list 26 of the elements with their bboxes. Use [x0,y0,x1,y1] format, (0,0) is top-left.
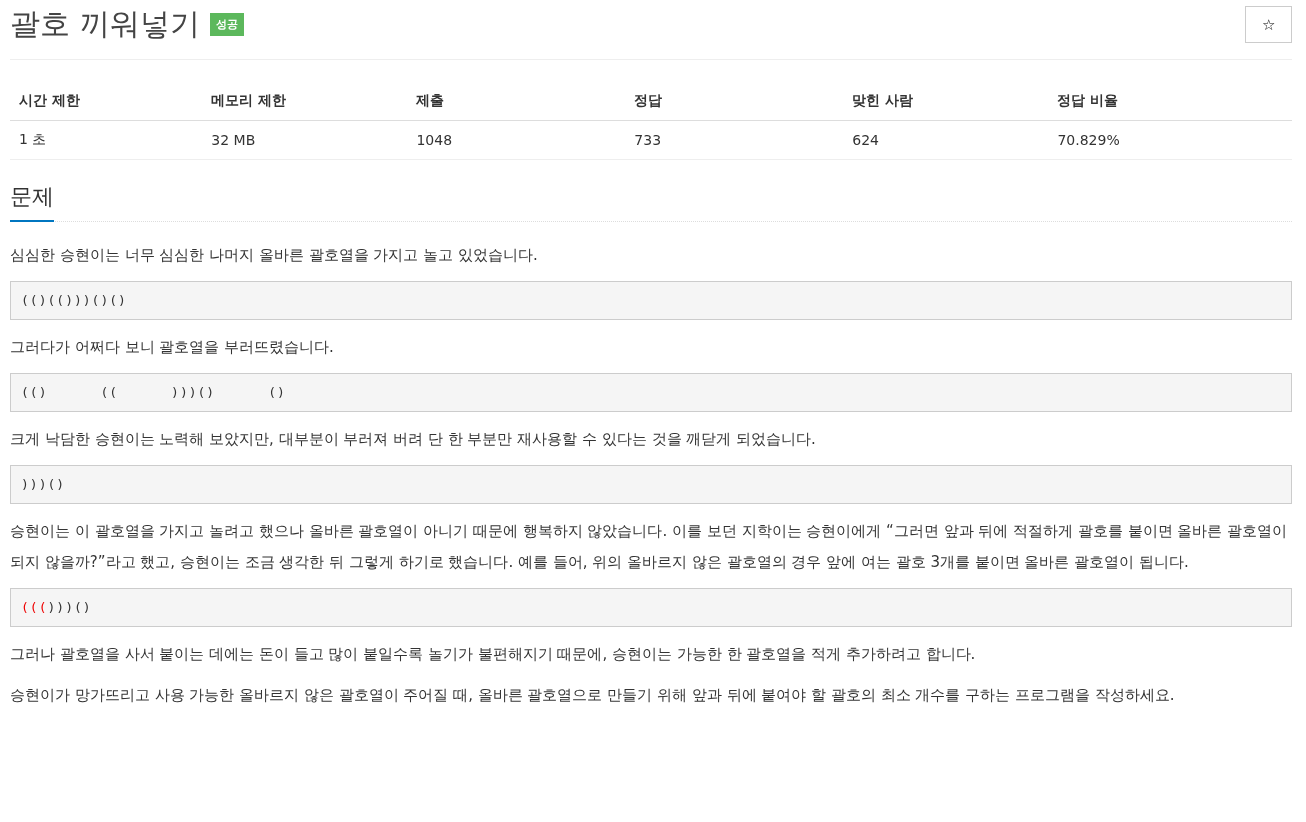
table-cell: 1 초 [10,120,203,160]
table-cell: 624 [843,120,1049,160]
column-header: 시간 제한 [10,82,203,121]
table-cell: 1048 [407,120,626,160]
problem-paragraph: 그러나 괄호열을 사서 붙이는 데에는 돈이 들고 많이 붙일수록 놀기가 불편해지기 때문에, 승현이는 가능한 한 괄호열을 적게 추가하려고 합니다. [10,644,977,665]
problem-paragraph: 그러다가 어쩌다 보니 괄호열을 부러뜨렸습니다. [10,337,335,358]
problem-paragraph: 승현이가 망가뜨리고 사용 가능한 올바르지 않은 괄호열이 주어질 때, 올바른 괄호열으로 만들기 위해 앞과 뒤에 붙여야 할 괄호의 최소 개수를 구하는 프로그램을 작성하세요. [10,685,1176,706]
column-header: 메모리 제한 [202,82,408,121]
problem-paragraph: 승현이는 이 괄호열을 가지고 놀려고 했으나 올바른 괄호열이 아니기 때문에 행복하지 않았습니다. 이를 보던 지학이는 승현이에게 “그러면 앞과 뒤에 적절하게 괄호를 붙이면 올바른 괄호열이 되지 않을까?”라고 했고, 승현이는 조금 생각한 뒤 그렇게 하기로 했습니다. 예를 들어, 위의 올바르지 않은 괄호열의 경우 앞에 여는 괄호 3개를 붙이면 올바른 괄호열이 됩니다. [10,521,1289,573]
column-header: 제출 [407,82,626,121]
favorite-star-button[interactable]: ☆ [1245,6,1292,43]
code-block: ((()))() [10,588,1292,627]
column-header: 정답 비율 [1048,82,1292,121]
table-cell: 733 [625,120,844,160]
table-cell: 70.829% [1048,120,1292,160]
problem-paragraph: 크게 낙담한 승현이는 노력해 보았지만, 대부분이 부러져 버려 단 한 부분만 재사용할 수 있다는 것을 깨닫게 되었습니다. [10,429,817,450]
status-badge: 성공 [209,13,244,36]
problem-title: 괄호 끼워넣기 [10,5,200,43]
code-block: )))() [10,465,1292,504]
section-heading: 문제 [10,182,54,222]
code-block: (() (( )))() () [10,373,1292,412]
column-header: 맞힌 사람 [843,82,1049,121]
column-header: 정답 [625,82,844,121]
code-block: (()(()))()() [10,281,1292,320]
table-cell: 32 MB [202,120,408,160]
problem-paragraph: 심심한 승현이는 너무 심심한 나머지 올바른 괄호열을 가지고 놀고 있었습니다. [10,245,539,266]
